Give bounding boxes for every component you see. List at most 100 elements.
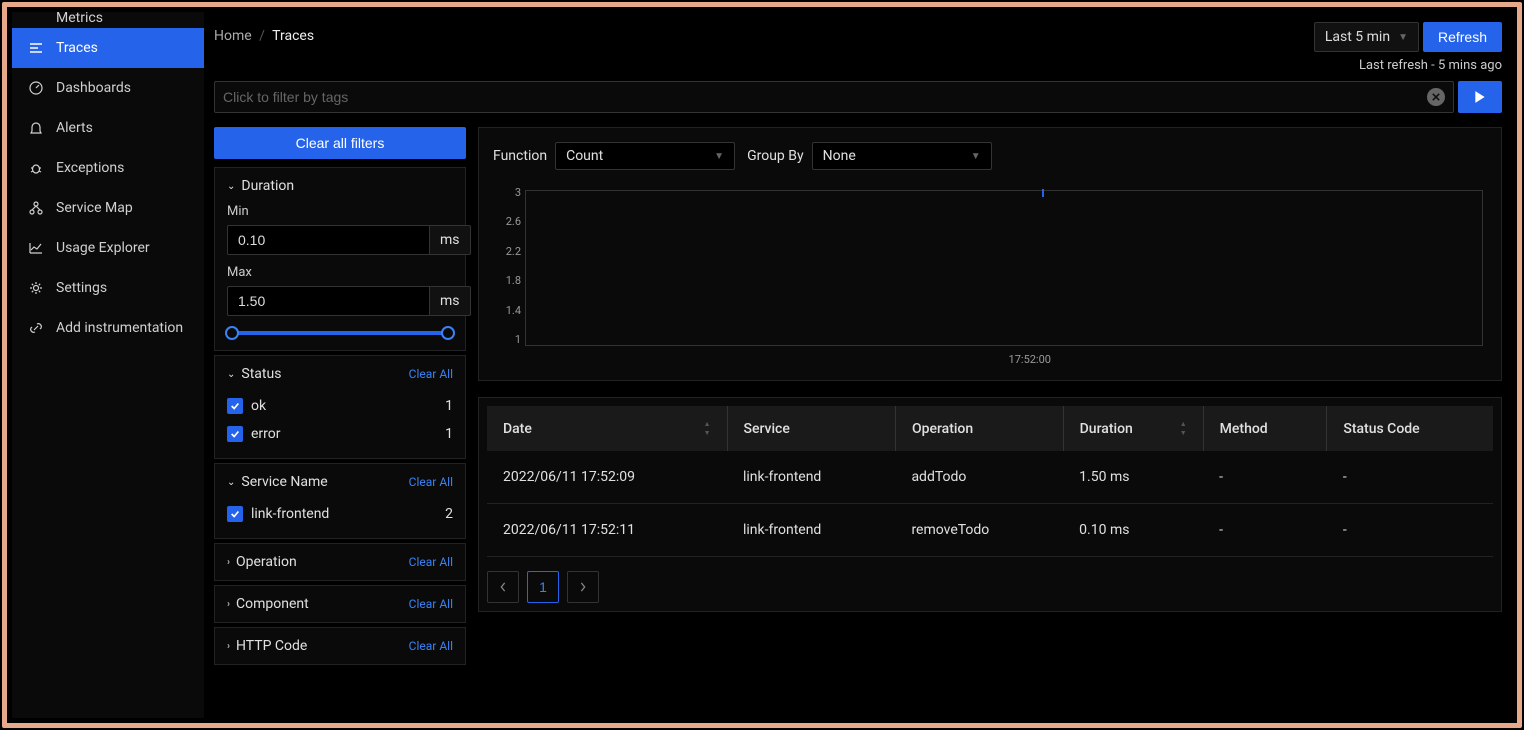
clear-all-link[interactable]: Clear All [409,639,453,653]
chevron-down-icon: ⌄ [227,477,235,488]
cell-service: link-frontend [727,451,895,504]
clear-all-link[interactable]: Clear All [409,597,453,611]
chevron-down-icon: ▼ [1398,32,1408,43]
filters-panel: Clear all filters ⌄ Duration Min ms [214,127,466,718]
breadcrumb: Home / Traces [214,22,314,50]
y-tick: 2.6 [493,215,521,228]
filter-header-http-code[interactable]: › HTTP Code Clear All [227,638,453,654]
gear-icon [28,280,44,296]
th-operation[interactable]: Operation [895,406,1063,451]
sidebar-item-label: Usage Explorer [56,240,150,256]
checkbox-error[interactable] [227,426,243,442]
sidebar-item-label: Alerts [56,120,93,136]
sidebar-item-dashboards[interactable]: Dashboards [12,68,204,108]
bar-chart-icon [28,12,44,26]
checkbox-count: 1 [445,426,453,442]
checkbox-count: 1 [445,398,453,414]
y-tick: 3 [493,186,521,199]
sidebar-item-label: Traces [56,40,98,56]
filter-section-status: ⌄ Status Clear All ok 1 [214,355,466,459]
checkbox-row-ok[interactable]: ok 1 [227,392,453,420]
y-tick: 2.2 [493,245,521,258]
slider-handle-max[interactable] [441,326,455,340]
sidebar-item-service-map[interactable]: Service Map [12,188,204,228]
breadcrumb-home[interactable]: Home [214,28,252,44]
clear-all-link[interactable]: Clear All [409,555,453,569]
table-panel: Date ▲▼ Service Operation Duration ▲ [478,397,1502,612]
link-icon [28,320,44,336]
sidebar-item-add-instrumentation[interactable]: Add instrumentation [12,308,204,348]
clear-all-link[interactable]: Clear All [409,475,453,489]
chevron-right-icon: › [227,599,230,610]
slider-handle-min[interactable] [225,326,239,340]
page-prev-button[interactable] [487,571,519,603]
y-tick: 1.8 [493,274,521,287]
y-tick: 1 [493,333,521,346]
table-row[interactable]: 2022/06/11 17:52:11 link-frontend remove… [487,504,1493,557]
last-refresh-text: Last refresh - 5 mins ago [1359,58,1502,73]
filter-header-duration[interactable]: ⌄ Duration [227,178,453,194]
th-date[interactable]: Date ▲▼ [487,406,727,451]
y-axis: 3 2.6 2.2 1.8 1.4 1 [493,186,521,346]
page-next-button[interactable] [567,571,599,603]
sidebar-item-alerts[interactable]: Alerts [12,108,204,148]
col-label: Status Code [1343,421,1419,437]
run-filter-button[interactable] [1458,81,1502,113]
function-label: Function [493,148,547,164]
table-row[interactable]: 2022/06/11 17:52:09 link-frontend addTod… [487,451,1493,504]
chart-area: 3 2.6 2.2 1.8 1.4 1 17:52:00 [493,186,1487,366]
sidebar-item-usage-explorer[interactable]: Usage Explorer [12,228,204,268]
checkbox-row-link-frontend[interactable]: link-frontend 2 [227,500,453,528]
filter-title: Operation [236,554,297,570]
refresh-button[interactable]: Refresh [1423,22,1502,52]
sidebar-item-settings[interactable]: Settings [12,268,204,308]
filter-section-duration: ⌄ Duration Min ms Max ms [214,167,466,351]
clear-tags-button[interactable] [1427,88,1445,106]
time-range-select[interactable]: Last 5 min ▼ [1314,22,1419,52]
groupby-select[interactable]: None ▼ [812,142,992,170]
groupby-value: None [823,148,856,164]
duration-min-input[interactable] [227,225,430,255]
alert-icon [28,120,44,136]
function-select[interactable]: Count ▼ [555,142,735,170]
groupby-label: Group By [747,148,804,164]
duration-max-input[interactable] [227,286,430,316]
checkbox-row-error[interactable]: error 1 [227,420,453,448]
chart-plot[interactable] [525,190,1483,346]
filter-section-http-code: › HTTP Code Clear All [214,627,466,665]
sidebar-item-exceptions[interactable]: Exceptions [12,148,204,188]
th-status-code[interactable]: Status Code [1327,406,1493,451]
checkbox-ok[interactable] [227,398,243,414]
sidebar-item-label: Metrics [56,12,103,26]
network-icon [28,200,44,216]
top-right-controls: Last 5 min ▼ Refresh Last refresh - 5 mi… [1314,22,1502,73]
sidebar-item-label: Dashboards [56,80,131,96]
duration-slider[interactable] [229,326,451,340]
breadcrumb-current: Traces [272,28,314,44]
clear-all-link[interactable]: Clear All [409,367,453,381]
filter-section-service-name: ⌄ Service Name Clear All link-frontend 2 [214,463,466,539]
sidebar-item-metrics[interactable]: Metrics [12,12,204,28]
filter-header-service-name[interactable]: ⌄ Service Name Clear All [227,474,453,490]
checkbox-link-frontend[interactable] [227,506,243,522]
th-service[interactable]: Service [727,406,895,451]
tag-filter-input[interactable] [223,89,1427,105]
page-number-button[interactable]: 1 [527,571,559,603]
sidebar-item-traces[interactable]: Traces [12,28,204,68]
x-tick: 17:52:00 [1009,353,1051,366]
menu-icon [28,40,44,56]
th-duration[interactable]: Duration ▲▼ [1063,406,1203,451]
th-method[interactable]: Method [1203,406,1327,451]
chevron-down-icon: ▼ [714,151,724,162]
bug-icon [28,160,44,176]
y-tick: 1.4 [493,304,521,317]
clear-all-filters-button[interactable]: Clear all filters [214,127,466,159]
filter-header-status[interactable]: ⌄ Status Clear All [227,366,453,382]
filter-header-component[interactable]: › Component Clear All [227,596,453,612]
sidebar-item-label: Exceptions [56,160,124,176]
chevron-down-icon: ⌄ [227,369,235,380]
unit-label: ms [430,225,471,255]
filter-header-operation[interactable]: › Operation Clear All [227,554,453,570]
tag-filter-bar [214,81,1502,113]
chevron-down-icon: ▼ [971,151,981,162]
